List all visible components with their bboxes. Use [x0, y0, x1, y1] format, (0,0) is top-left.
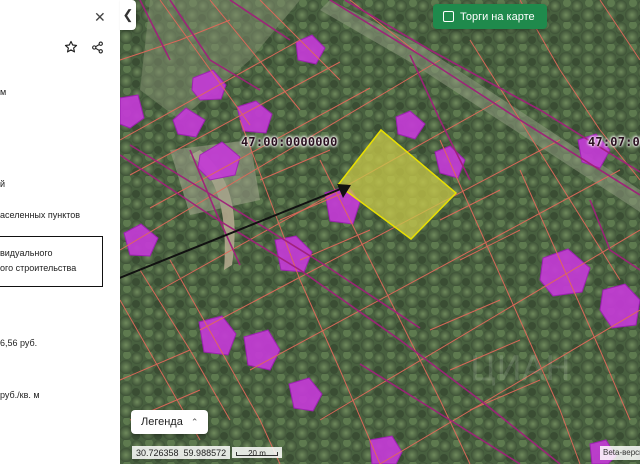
panel-text: й — [0, 179, 6, 189]
coordinates-readout: 30.726358 59.988572 — [132, 446, 231, 459]
scale-bar: 20 m — [232, 447, 282, 458]
latitude-value: 59.988572 — [183, 447, 227, 458]
chevron-left-icon: ❮ — [122, 7, 134, 22]
torgi-on-map-label: Торги на карте — [460, 10, 535, 23]
permitted-use-text: ого строительства — [0, 263, 77, 273]
star-icon[interactable] — [64, 40, 78, 54]
close-icon[interactable]: ✕ — [94, 9, 106, 26]
beta-label: Beta-версия — [600, 446, 640, 460]
land-category-text: аселенных пунктов — [0, 210, 81, 220]
permitted-use-highlight — [0, 236, 103, 287]
permitted-use-text: видуального — [0, 248, 53, 258]
panel-text: м — [0, 87, 7, 97]
scale-label: 20 m — [248, 449, 266, 458]
legend-button[interactable]: Легенда ⌃ — [131, 410, 209, 434]
cadastral-value-text: 6,56 руб. — [0, 338, 38, 348]
svg-text:ЦИАН: ЦИАН — [470, 349, 571, 389]
chevron-down-icon: ⌃ — [190, 416, 199, 427]
collapse-panel-button[interactable]: ❮ — [120, 0, 136, 30]
checkbox-icon[interactable] — [443, 11, 454, 22]
zone-label: 47:00:0000000 — [241, 135, 338, 149]
zone-label: 47:07:09 — [588, 135, 640, 149]
legend-label: Легенда — [141, 416, 183, 428]
share-icon[interactable] — [91, 41, 104, 54]
longitude-value: 30.726358 — [136, 447, 179, 458]
torgi-on-map-toggle[interactable]: Торги на карте — [433, 4, 547, 29]
side-panel: ✕ м й аселенных пунктов видуального ого … — [0, 0, 120, 464]
price-per-sqm-text: руб./кв. м — [0, 390, 40, 400]
